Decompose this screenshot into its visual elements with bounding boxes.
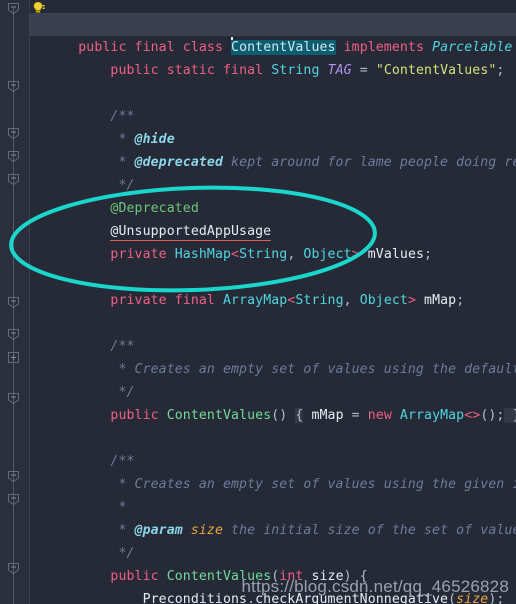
token-keyword: private bbox=[110, 293, 167, 308]
watermark-url: https://blog.csdn.net/qq_46526828 bbox=[241, 577, 509, 596]
token-constructor-name: ContentValues bbox=[166, 408, 272, 423]
token-field: TAG bbox=[327, 63, 352, 78]
folded-brace-close[interactable]: } bbox=[504, 408, 516, 423]
code-line[interactable]: * @deprecated kept around for lame peopl… bbox=[30, 128, 516, 170]
code-line[interactable]: public static final String TAG = "Conten… bbox=[30, 36, 516, 78]
fold-collapse-marker[interactable] bbox=[7, 173, 20, 186]
token-keyword: private bbox=[110, 247, 167, 262]
code-line[interactable]: */ bbox=[30, 151, 516, 193]
token-string: "ContentValues" bbox=[375, 63, 497, 78]
token-type: String bbox=[295, 293, 344, 308]
code-line[interactable]: * bbox=[30, 473, 516, 515]
fold-collapse-marker[interactable] bbox=[7, 127, 20, 140]
code-line[interactable]: @Deprecated bbox=[30, 174, 516, 216]
token-type: Object bbox=[359, 293, 408, 308]
code-line[interactable]: * @param size the initial size of the se… bbox=[30, 496, 516, 538]
token-keyword: new bbox=[367, 408, 392, 423]
token-field-name: mValues bbox=[359, 247, 425, 262]
fold-collapse-marker[interactable] bbox=[7, 2, 20, 15]
token-keyword: static bbox=[166, 63, 215, 78]
token-type: String bbox=[239, 247, 288, 262]
code-line[interactable]: * @hide bbox=[30, 105, 516, 147]
token-keyword: final bbox=[174, 293, 215, 308]
token-keyword: public bbox=[110, 408, 159, 423]
code-line-mmap[interactable]: private final ArrayMap<String, Object> m… bbox=[30, 266, 516, 308]
token-type: ArrayMap bbox=[399, 408, 465, 423]
editor-gutter[interactable] bbox=[0, 0, 30, 604]
token-keyword: final bbox=[223, 63, 264, 78]
fold-collapse-marker[interactable] bbox=[7, 296, 20, 309]
fold-collapse-marker[interactable] bbox=[7, 493, 20, 506]
code-line[interactable]: * Creates an empty set of values using t… bbox=[30, 450, 516, 492]
code-content[interactable]: public final class ContentValues impleme… bbox=[30, 0, 516, 604]
fold-expand-marker[interactable] bbox=[7, 351, 20, 364]
token-type: String bbox=[271, 63, 320, 78]
token-angle-bracket: < bbox=[231, 247, 240, 262]
code-line[interactable]: */ bbox=[30, 358, 516, 400]
token-type: ArrayMap bbox=[223, 293, 288, 308]
fold-collapse-marker[interactable] bbox=[7, 80, 20, 93]
code-line[interactable]: * Creates an empty set of values using t… bbox=[30, 335, 516, 377]
code-line[interactable]: @UnsupportedAppUsage bbox=[30, 197, 516, 241]
code-line[interactable]: /** bbox=[30, 427, 516, 469]
code-line-mvalues[interactable]: private HashMap<String, Object> mValues; bbox=[30, 220, 516, 262]
code-editor-screenshot: public final class ContentValues impleme… bbox=[0, 0, 516, 604]
token-type: HashMap bbox=[174, 247, 232, 262]
code-line[interactable]: /** bbox=[30, 82, 516, 124]
code-line-ctor-default[interactable]: public ContentValues() { mMap = new Arra… bbox=[30, 381, 516, 423]
token-field-name: mMap bbox=[416, 293, 457, 308]
token-type: Object bbox=[303, 247, 352, 262]
code-line-current[interactable]: public final class ContentValues impleme… bbox=[30, 13, 516, 55]
fold-collapse-marker[interactable] bbox=[7, 150, 20, 163]
fold-collapse-marker[interactable] bbox=[7, 328, 20, 341]
code-line[interactable]: /** bbox=[30, 312, 516, 354]
fold-collapse-marker[interactable] bbox=[7, 392, 20, 405]
code-line[interactable]: public ContentValues(int size) { bbox=[30, 542, 516, 584]
code-line[interactable]: */ bbox=[30, 519, 516, 561]
fold-collapse-marker[interactable] bbox=[7, 470, 20, 483]
token-angle-bracket: > bbox=[351, 247, 360, 262]
token-angle-bracket: > bbox=[407, 293, 417, 308]
fold-collapse-marker[interactable] bbox=[7, 562, 20, 575]
token-keyword: public bbox=[110, 63, 159, 78]
